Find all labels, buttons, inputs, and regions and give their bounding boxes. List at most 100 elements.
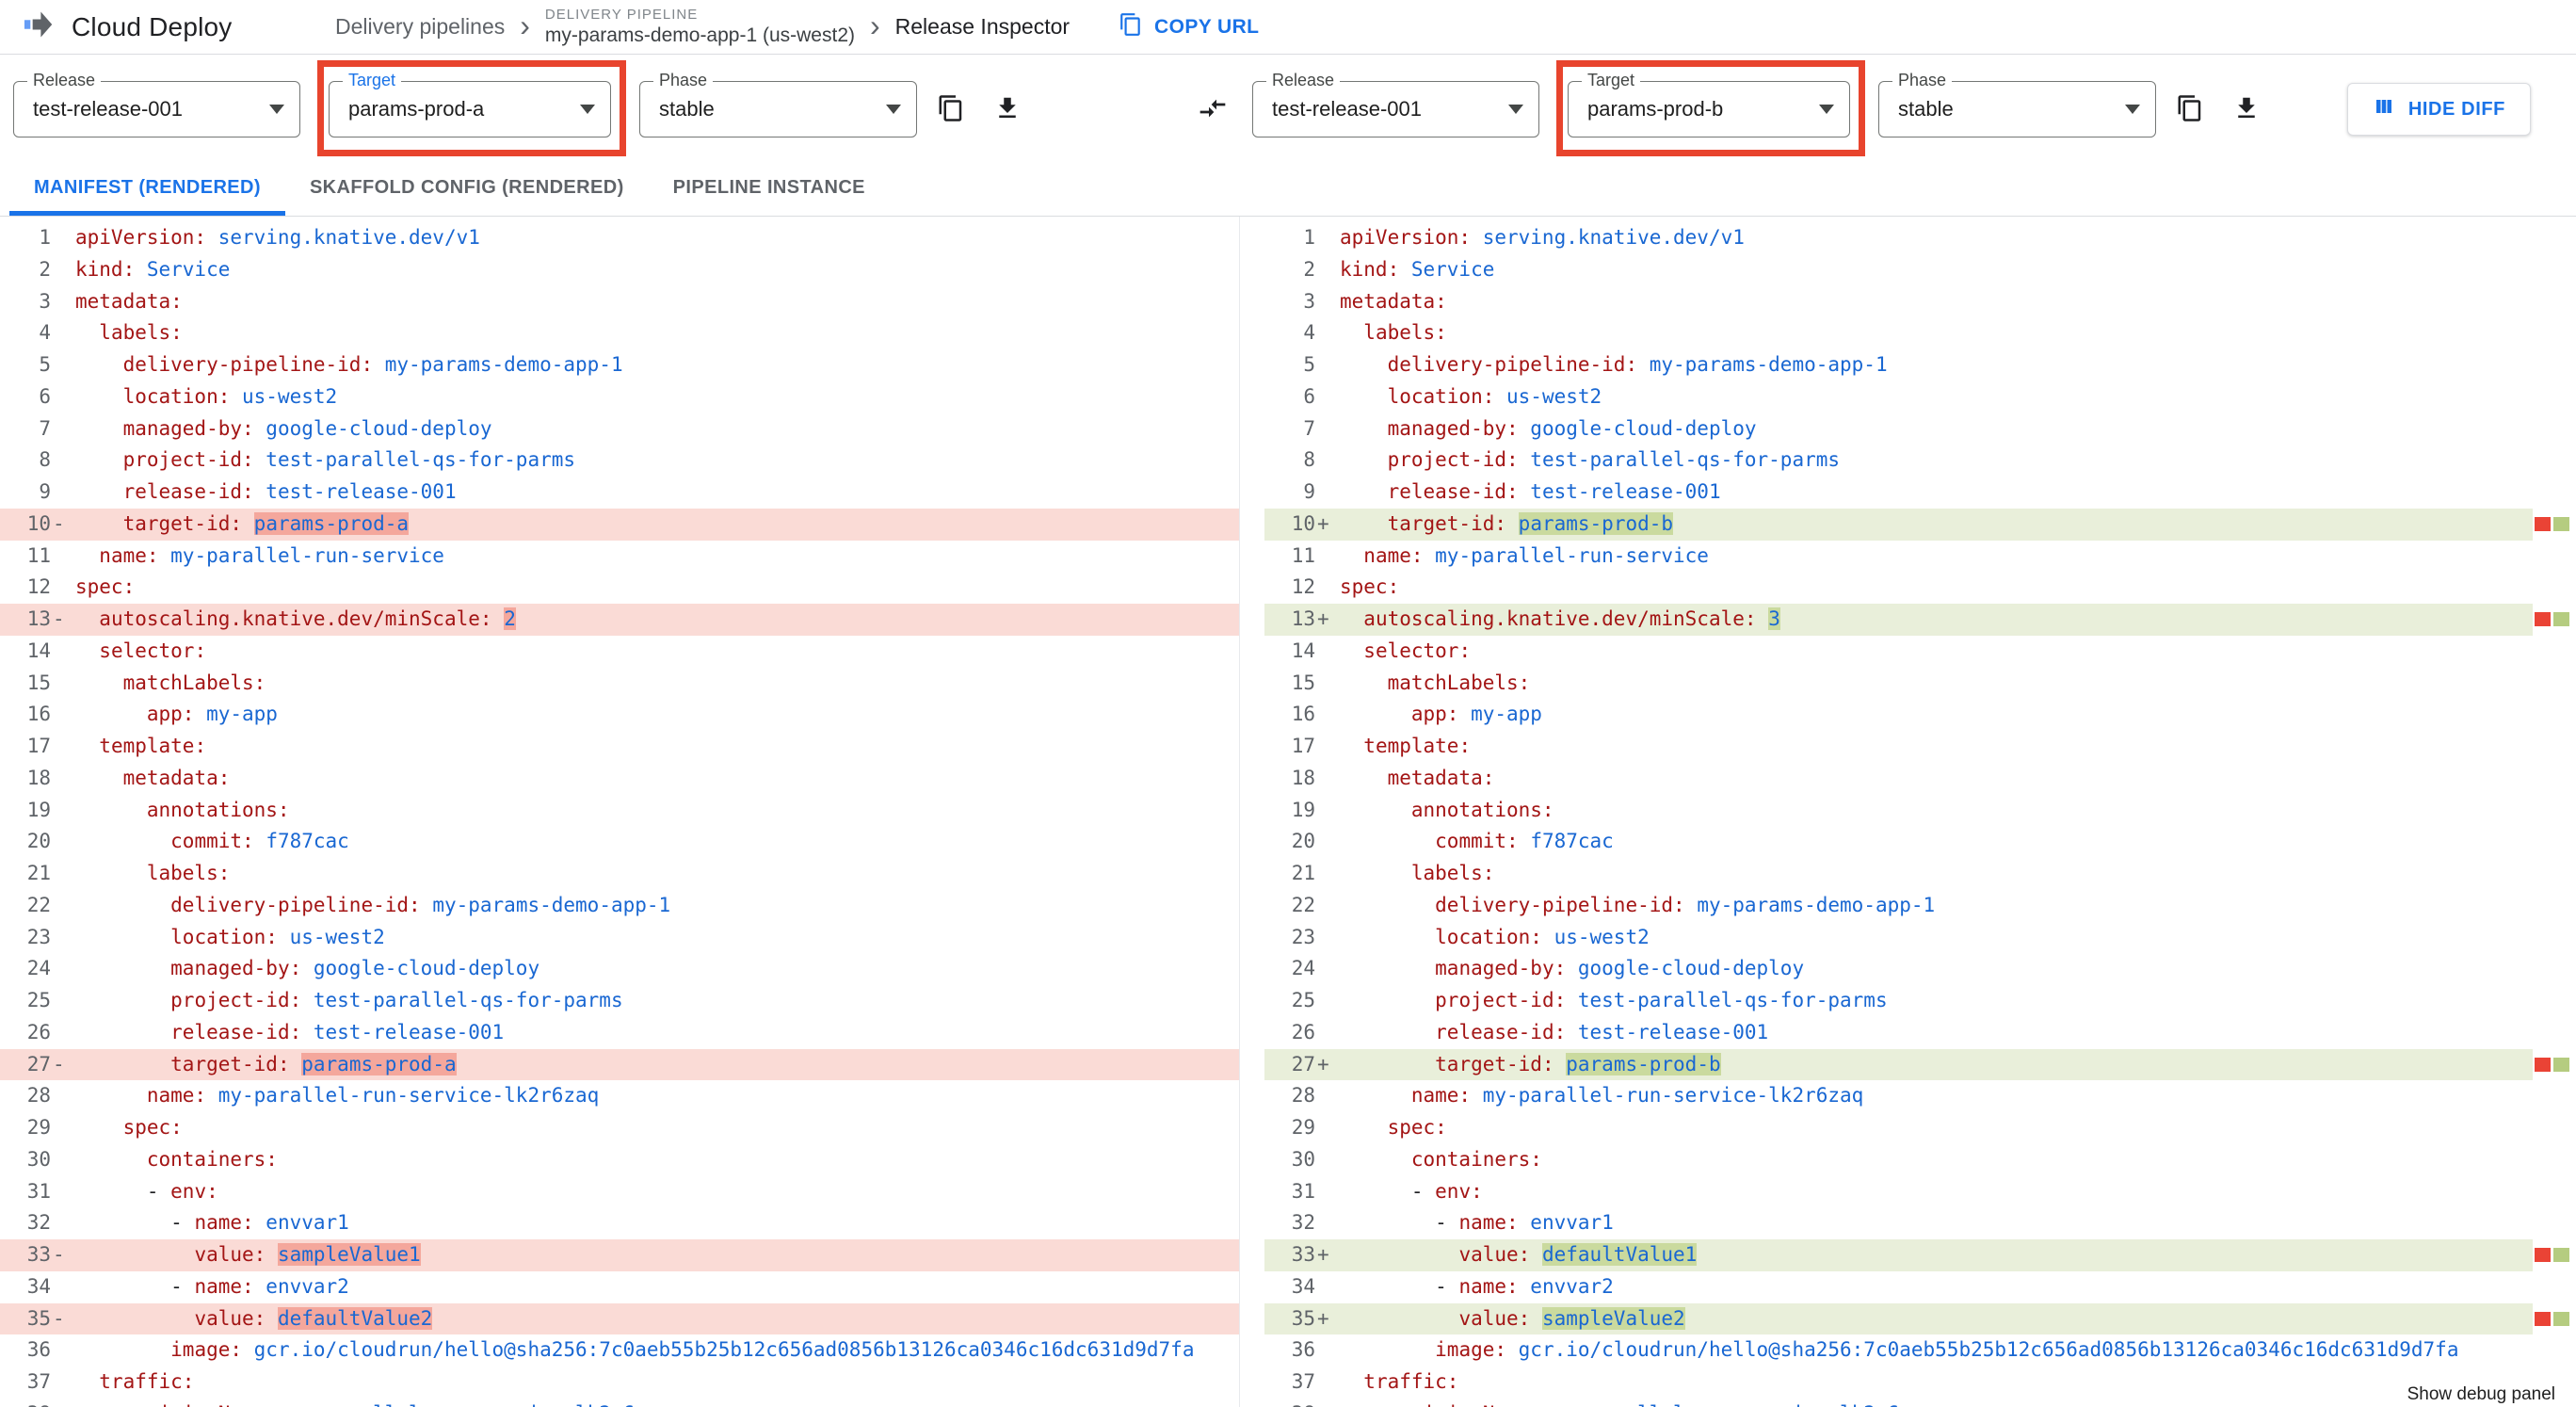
code-line: 18 metadata: <box>0 763 1239 795</box>
line-number: 15 <box>26 671 51 694</box>
code-line: 15 matchLabels: <box>1264 668 2533 700</box>
code-line: 3 metadata: <box>1264 286 2533 318</box>
tab-manifest-rendered[interactable]: MANIFEST (RENDERED) <box>9 164 285 216</box>
hide-diff-button[interactable]: HIDE DIFF <box>2346 83 2531 136</box>
removed-mark <box>2535 1248 2551 1262</box>
phase-select-left[interactable]: Phase stable <box>639 71 917 137</box>
release-value-right: test-release-001 <box>1272 97 1422 121</box>
diff-sign <box>51 1176 75 1208</box>
diff-ruler-mark[interactable] <box>2535 516 2569 531</box>
diff-ruler-mark[interactable] <box>2535 1311 2569 1326</box>
code-line: 21 labels: <box>0 858 1239 890</box>
line-number: 31 <box>1291 1179 1315 1203</box>
release-select-left[interactable]: Release test-release-001 <box>13 71 300 137</box>
line-number: 33 <box>26 1243 51 1266</box>
diff-sign: + <box>1317 607 1329 630</box>
diff-sign <box>1315 1399 1340 1407</box>
release-value-left: test-release-001 <box>33 97 183 121</box>
chevron-right-icon: › <box>520 8 530 42</box>
diff-sign <box>51 1367 75 1399</box>
line-number: 18 <box>26 766 51 789</box>
release-select-right[interactable]: Release test-release-001 <box>1252 71 1539 137</box>
breadcrumb-delivery-pipelines[interactable]: Delivery pipelines <box>335 14 505 40</box>
line-number: 10 <box>26 511 51 535</box>
code-line: 10- target-id: params-prod-a <box>0 508 1239 541</box>
diff-sign: - <box>53 1243 65 1266</box>
diff-sign <box>1315 1334 1340 1367</box>
target-value-right: params-prod-b <box>1587 97 1724 121</box>
diff-sign: - <box>53 1306 65 1330</box>
diff-ruler-mark[interactable] <box>2535 612 2569 626</box>
code-line: 20 commit: f787cac <box>0 826 1239 858</box>
diff-sign <box>51 1112 75 1144</box>
diff-overview-ruler[interactable] <box>2533 217 2576 1407</box>
download-manifest-button-right[interactable] <box>2224 87 2269 132</box>
tab-label: MANIFEST (RENDERED) <box>34 176 261 198</box>
copy-manifest-button-left[interactable] <box>928 87 974 132</box>
diff-sign <box>1315 1176 1340 1208</box>
line-number: 23 <box>26 925 51 948</box>
manifest-panel-left[interactable]: 1 apiVersion: serving.knative.dev/v1 2 kind… <box>0 217 1239 1407</box>
code-line: 16 app: my-app <box>1264 699 2533 731</box>
diff-sign <box>1315 953 1340 985</box>
tab-pipeline-instance[interactable]: PIPELINE INSTANCE <box>649 164 890 216</box>
target-label-left: Target <box>343 71 402 90</box>
line-number: 17 <box>1291 735 1315 757</box>
code-line: 19 annotations: <box>1264 795 2533 827</box>
diff-sign <box>51 763 75 795</box>
diff-sign <box>1315 922 1340 954</box>
line-number: 8 <box>39 448 51 472</box>
line-number: 20 <box>1291 830 1315 853</box>
diff-sign <box>51 572 75 604</box>
code-line: 22 delivery-pipeline-id: my-params-demo-… <box>1264 890 2533 922</box>
copy-url-button[interactable]: COPY URL <box>1113 11 1264 43</box>
line-number: 20 <box>26 830 51 853</box>
code-line: 27- target-id: params-prod-a <box>0 1048 1239 1081</box>
code-line: 16 app: my-app <box>0 699 1239 731</box>
manifest-panel-right[interactable]: 1 apiVersion: serving.knative.dev/v1 2 kind… <box>1239 217 2533 1407</box>
diff-sign <box>51 636 75 668</box>
target-select-right[interactable]: Target params-prod-b <box>1568 71 1850 137</box>
diff-sign <box>1315 668 1340 700</box>
line-number: 2 <box>1303 257 1315 281</box>
diff-sign <box>51 381 75 413</box>
diff-sign: + <box>1317 1306 1329 1330</box>
code-line: 14 selector: <box>0 636 1239 668</box>
swap-targets-button[interactable] <box>1190 87 1235 132</box>
diff-sign <box>51 1271 75 1303</box>
diff-ruler-mark[interactable] <box>2535 1057 2569 1072</box>
code-line: 31 - env: <box>1264 1176 2533 1208</box>
brand: Cloud Deploy <box>21 7 335 47</box>
diff-sign <box>1315 1367 1340 1399</box>
copy-manifest-button-right[interactable] <box>2167 87 2213 132</box>
added-mark <box>2553 612 2569 626</box>
code-line: 8 project-id: test-parallel-qs-for-parms <box>0 445 1239 477</box>
tab-skaffold-config-rendered[interactable]: SKAFFOLD CONFIG (RENDERED) <box>285 164 649 216</box>
code-line: 9 release-id: test-release-001 <box>0 477 1239 509</box>
diff-sign <box>51 1399 75 1407</box>
diff-sign <box>51 795 75 827</box>
phase-select-right[interactable]: Phase stable <box>1878 71 2156 137</box>
line-number: 27 <box>26 1052 51 1075</box>
line-number: 21 <box>26 862 51 884</box>
diff-ruler-mark[interactable] <box>2535 1248 2569 1262</box>
line-number: 10 <box>1291 511 1315 535</box>
line-number: 25 <box>26 989 51 1011</box>
breadcrumb-pipeline: DELIVERY PIPELINE my-params-demo-app-1 (… <box>545 7 855 47</box>
target-select-left[interactable]: Target params-prod-a <box>329 71 611 137</box>
diff-sign <box>1315 763 1340 795</box>
code-line: 24 managed-by: google-cloud-deploy <box>0 953 1239 985</box>
show-debug-panel-link[interactable]: Show debug panel <box>2399 1383 2563 1407</box>
code-line: 36 image: gcr.io/cloudrun/hello@sha256:7… <box>0 1334 1239 1367</box>
compare-arrows-icon <box>1198 93 1228 126</box>
line-number: 12 <box>1291 575 1315 599</box>
code-line: 15 matchLabels: <box>0 668 1239 700</box>
download-manifest-button-left[interactable] <box>985 87 1030 132</box>
diff-sign <box>51 222 75 254</box>
diff-sign <box>51 890 75 922</box>
diff-sign <box>1315 795 1340 827</box>
removed-mark <box>2535 1057 2551 1072</box>
line-number: 36 <box>1291 1338 1315 1362</box>
line-number: 33 <box>1291 1243 1315 1266</box>
code-line: 20 commit: f787cac <box>1264 826 2533 858</box>
